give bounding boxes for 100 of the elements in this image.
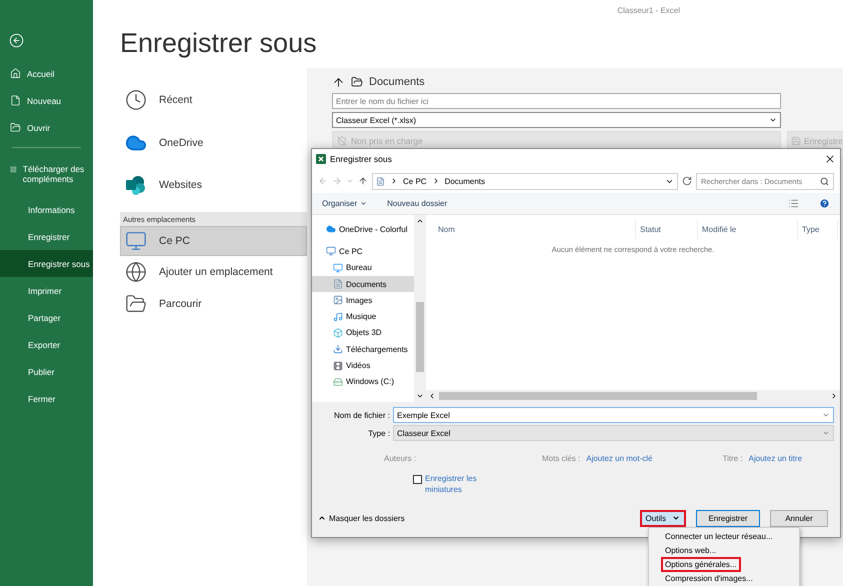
folder-tree-item[interactable]: Objets 3D: [312, 324, 414, 342]
menu-item-label: Compression d'images...: [664, 572, 754, 585]
menu-item-label: Options web...: [664, 544, 718, 557]
caret-icon: [769, 116, 777, 124]
home-icon: [10, 68, 21, 79]
clock-icon: [125, 89, 147, 111]
back-icon[interactable]: [9, 32, 24, 48]
grid-icon: [10, 164, 17, 175]
address-bar[interactable]: Ce PC Documents: [372, 172, 678, 190]
document-icon: [376, 176, 385, 186]
checkbox-label[interactable]: Enregistrer les miniatures: [425, 473, 485, 495]
backstage-nav-item[interactable]: Exporter: [0, 331, 93, 358]
computer-icon: [326, 246, 336, 256]
menu-item[interactable]: Compression d'images...: [649, 571, 799, 585]
toolbar-button[interactable]: Organiser: [322, 199, 368, 208]
scroll-left-icon[interactable]: [428, 392, 436, 400]
cube-icon: [333, 328, 343, 338]
menu-item[interactable]: Options web...: [649, 543, 799, 557]
cloud-icon: [326, 224, 336, 234]
folder-tree-item[interactable]: Documents: [312, 276, 414, 292]
backstage-nav-item[interactable]: Enregistrer: [0, 223, 93, 250]
tools-button[interactable]: Outils: [640, 510, 686, 526]
help-icon[interactable]: [819, 198, 830, 209]
file-type-dropdown[interactable]: Classeur Excel (*.xlsx): [332, 112, 781, 128]
save-icon: [791, 136, 801, 146]
folder-name: Documents: [369, 76, 425, 88]
cancel-button[interactable]: Annuler: [770, 510, 828, 526]
dialog-title: Enregistrer sous: [330, 154, 393, 164]
scroll-up-icon[interactable]: [416, 217, 424, 225]
breadcrumb-item[interactable]: Documents: [444, 176, 486, 186]
folder-tree-item[interactable]: OneDrive - Colorful: [312, 221, 414, 238]
desktop-icon: [333, 262, 343, 273]
location-item[interactable]: Ajouter un emplacement: [120, 256, 307, 288]
caret-icon: [672, 514, 680, 522]
hide-folders-button[interactable]: Masquer les dossiers: [318, 514, 405, 522]
folder-tree-item[interactable]: Windows (C:): [312, 374, 414, 390]
filename-input[interactable]: Entrer le nom du fichier ici: [332, 93, 781, 109]
menu-item-label: Connecter un lecteur réseau...: [664, 530, 774, 542]
backstage-nav-item[interactable]: Télécharger des compléments: [0, 156, 93, 196]
caret-icon: [822, 411, 830, 419]
backstage-nav-item[interactable]: Partager: [0, 304, 93, 331]
folder-tree-item[interactable]: Musique: [312, 308, 414, 325]
folder-tree-item[interactable]: Bureau: [312, 260, 414, 276]
horizontal-scrollbar[interactable]: [426, 390, 840, 402]
backstage-nav-item[interactable]: Imprimer: [0, 277, 93, 304]
document-icon: [333, 279, 343, 290]
location-item[interactable]: OneDrive: [120, 122, 307, 164]
refresh-icon[interactable]: [682, 176, 692, 186]
vertical-scrollbar[interactable]: [414, 215, 426, 402]
location-item[interactable]: Ce PC: [120, 226, 307, 256]
view-list-icon[interactable]: [788, 198, 799, 209]
metadata-label: Titre :: [722, 454, 743, 462]
excel-logo-icon: [316, 154, 326, 164]
backstage-nav-item[interactable]: Publier: [0, 358, 93, 385]
backstage-nav-item[interactable]: Fermer: [0, 385, 93, 412]
page-title: Enregistrer sous: [120, 28, 318, 60]
field-label: Type :: [367, 428, 391, 438]
document-icon: [10, 95, 21, 106]
filename-field[interactable]: Exemple Excel: [393, 407, 834, 423]
chevron-icon: [318, 514, 326, 522]
folder-icon: [10, 122, 21, 133]
column-header[interactable]: Statut: [636, 219, 698, 239]
column-header[interactable]: Type: [798, 219, 838, 239]
column-header[interactable]: Modifié le: [698, 219, 798, 239]
backstage-nav-item[interactable]: Enregistrer sous: [0, 250, 93, 277]
folder-tree-item[interactable]: Images: [312, 292, 414, 308]
shield-icon: [337, 136, 347, 146]
backstage-nav-item[interactable]: Informations: [0, 196, 93, 223]
location-item[interactable]: Parcourir: [120, 288, 307, 320]
breadcrumb-item[interactable]: Ce PC: [403, 176, 427, 186]
folder-tree-item[interactable]: Téléchargements: [312, 341, 414, 358]
folder-tree-item[interactable]: Vidéos: [312, 357, 414, 374]
close-icon[interactable]: [824, 153, 836, 165]
toolbar-button[interactable]: Nouveau dossier: [387, 199, 448, 208]
backstage-nav-item[interactable]: Nouveau: [0, 87, 93, 114]
backstage-nav-item[interactable]: Accueil: [0, 60, 93, 87]
up-arrow-icon[interactable]: [332, 76, 345, 88]
folder-tree-item[interactable]: Ce PC: [312, 243, 414, 260]
sharepoint-logo-icon: [125, 174, 147, 196]
checkbox[interactable]: [413, 475, 422, 484]
caret-icon: [822, 429, 830, 437]
film-icon: [333, 360, 343, 371]
scroll-down-icon[interactable]: [416, 392, 424, 400]
location-item[interactable]: Websites: [120, 164, 307, 206]
column-header[interactable]: Nom: [426, 219, 636, 239]
menu-item[interactable]: Options générales...: [649, 557, 799, 571]
save-button[interactable]: Enregistrer: [696, 510, 760, 526]
chevron-icon: [390, 177, 398, 185]
download-arrow-icon: [333, 344, 343, 354]
menu-item[interactable]: Connecter un lecteur réseau...: [649, 529, 799, 543]
drive-icon: [333, 376, 343, 387]
location-item[interactable]: Récent: [120, 78, 307, 122]
up-arrow-icon[interactable]: [358, 176, 368, 186]
metadata-label: Mots clés :: [542, 454, 580, 462]
scroll-right-icon[interactable]: [830, 392, 838, 400]
metadata-link[interactable]: Ajoutez un mot-clé: [586, 454, 652, 462]
backstage-nav-item[interactable]: Ouvrir: [0, 114, 93, 141]
metadata-link[interactable]: Ajoutez un titre: [748, 454, 802, 462]
type-dropdown[interactable]: Classeur Excel: [393, 425, 834, 441]
search-icon: [820, 176, 829, 186]
